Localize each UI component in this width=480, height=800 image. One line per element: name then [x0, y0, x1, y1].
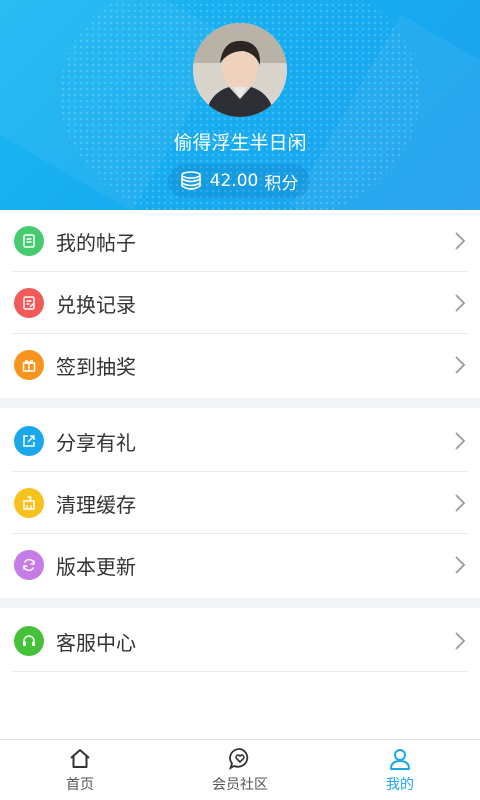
share-icon — [14, 426, 44, 456]
tab-label: 我的 — [386, 777, 414, 793]
menu-item-label: 我的帖子 — [56, 230, 136, 255]
menu-group-1: 我的帖子 兑换记录 签到抽奖 — [0, 210, 480, 396]
tab-mine[interactable]: 我的 — [320, 740, 480, 800]
points-unit: 积分 — [264, 173, 299, 194]
menu-item-clear-cache[interactable]: 清理缓存 — [0, 472, 480, 534]
gift-icon — [14, 350, 44, 380]
chevron-right-icon — [455, 432, 466, 450]
tab-community[interactable]: 会员社区 — [160, 740, 320, 800]
menu-item-version-update[interactable]: 版本更新 — [0, 534, 480, 596]
home-icon — [70, 749, 90, 768]
points-value: 42.00 — [209, 171, 259, 191]
menu-item-label: 版本更新 — [56, 554, 136, 579]
menu-item-exchange-records[interactable]: 兑换记录 — [0, 272, 480, 334]
menu-item-customer-service[interactable]: 客服中心 — [0, 610, 480, 672]
menu-item-share[interactable]: 分享有礼 — [0, 410, 480, 472]
profile-header: 偷得浮生半日闲 42.00 积分 — [0, 0, 480, 210]
points-badge[interactable]: 42.00 积分 — [168, 164, 310, 198]
chevron-right-icon — [455, 494, 466, 512]
chevron-right-icon — [455, 356, 466, 374]
record-icon — [14, 288, 44, 318]
chevron-right-icon — [455, 294, 466, 312]
menu-item-label: 客服中心 — [56, 630, 136, 655]
broom-icon — [14, 488, 44, 518]
tab-home[interactable]: 首页 — [0, 740, 160, 800]
user-icon — [390, 749, 410, 770]
coin-stack-icon — [180, 171, 201, 190]
refresh-icon — [14, 550, 44, 580]
tab-label: 首页 — [66, 777, 94, 793]
menu-item-sign-in-lottery[interactable]: 签到抽奖 — [0, 334, 480, 396]
menu-item-label: 兑换记录 — [56, 292, 136, 317]
chevron-right-icon — [455, 232, 466, 250]
menu-item-label: 清理缓存 — [56, 492, 136, 517]
menu-item-label: 分享有礼 — [56, 430, 136, 455]
post-icon — [14, 226, 44, 256]
headset-icon — [14, 626, 44, 656]
section-gap — [0, 598, 480, 608]
bottom-tab-bar: 首页 会员社区 我的 — [0, 739, 480, 800]
chevron-right-icon — [455, 556, 466, 574]
tab-label: 会员社区 — [212, 777, 268, 793]
menu-item-label: 签到抽奖 — [56, 354, 136, 379]
menu-group-2: 分享有礼 清理缓存 版本更新 — [0, 410, 480, 596]
chevron-right-icon — [455, 632, 466, 650]
username: 偷得浮生半日闲 — [173, 132, 307, 154]
menu-item-my-posts[interactable]: 我的帖子 — [0, 210, 480, 272]
avatar[interactable] — [193, 23, 287, 117]
chat-heart-icon — [228, 748, 249, 770]
divider — [12, 671, 468, 672]
menu-group-3: 客服中心 — [0, 610, 480, 672]
section-gap — [0, 398, 480, 408]
